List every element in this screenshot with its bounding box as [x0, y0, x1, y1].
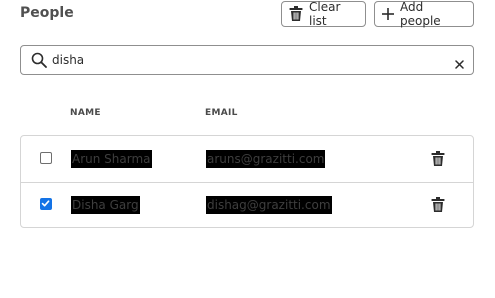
trash-icon — [289, 6, 303, 22]
trash-icon[interactable] — [431, 197, 445, 217]
person-name: Disha Garg — [71, 196, 140, 214]
row-checkbox[interactable] — [40, 198, 52, 210]
people-table: Arun Sharma aruns@grazitti.com Disha Gar… — [20, 135, 474, 228]
row-checkbox[interactable] — [40, 152, 52, 164]
table-row: Disha Garg dishag@grazitti.com — [21, 182, 473, 228]
search-icon — [31, 52, 47, 72]
search-field[interactable] — [20, 45, 474, 75]
person-name: Arun Sharma — [71, 150, 152, 168]
page-title: People — [20, 5, 74, 21]
search-input[interactable] — [52, 50, 442, 70]
close-icon[interactable] — [455, 54, 464, 73]
clear-list-button[interactable]: Clear list — [281, 0, 366, 28]
table-row: Arun Sharma aruns@grazitti.com — [21, 136, 473, 183]
person-email: dishag@grazitti.com — [206, 196, 332, 214]
plus-icon — [382, 8, 394, 20]
column-header-email: EMAIL — [205, 108, 238, 118]
person-email: aruns@grazitti.com — [206, 150, 326, 168]
add-people-button[interactable]: Add people — [374, 0, 474, 28]
trash-icon[interactable] — [431, 151, 445, 171]
clear-list-label: Clear list — [309, 0, 341, 28]
checkmark-icon — [41, 200, 50, 207]
add-people-label: Add people — [400, 0, 441, 28]
column-header-name: NAME — [70, 108, 101, 118]
